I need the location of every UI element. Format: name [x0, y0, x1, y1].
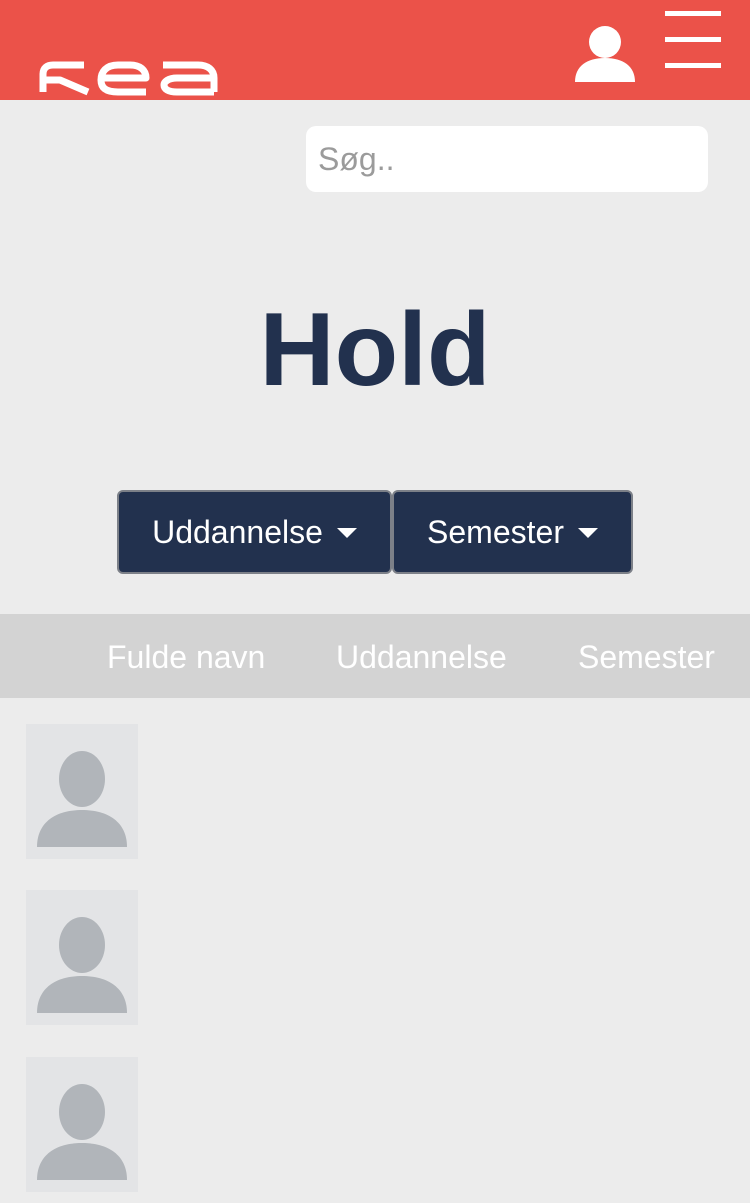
kea-logo[interactable]	[38, 44, 220, 96]
top-navbar	[0, 0, 750, 100]
placeholder-avatar-icon	[37, 1084, 127, 1180]
page-title: Hold	[259, 292, 491, 408]
table-row-avatar[interactable]	[26, 890, 138, 1025]
table-row-avatar[interactable]	[26, 724, 138, 859]
column-header-semester[interactable]: Semester	[578, 614, 715, 700]
hamburger-menu-icon[interactable]	[662, 8, 724, 72]
semester-filter-dropdown[interactable]: Semester	[392, 490, 633, 574]
table-header: Fulde navn Uddannelse Semester	[0, 614, 750, 698]
search-input[interactable]	[306, 126, 708, 192]
placeholder-avatar-icon	[37, 917, 127, 1013]
column-header-full-name[interactable]: Fulde navn	[107, 614, 265, 700]
user-profile-icon[interactable]	[570, 18, 640, 88]
semester-filter-label: Semester	[427, 513, 564, 550]
caret-down-icon	[336, 528, 357, 538]
placeholder-avatar-icon	[37, 751, 127, 847]
education-filter-dropdown[interactable]: Uddannelse	[117, 490, 392, 574]
column-header-education[interactable]: Uddannelse	[336, 614, 507, 700]
caret-down-icon	[577, 528, 598, 538]
table-row-avatar[interactable]	[26, 1057, 138, 1192]
education-filter-label: Uddannelse	[152, 513, 323, 550]
